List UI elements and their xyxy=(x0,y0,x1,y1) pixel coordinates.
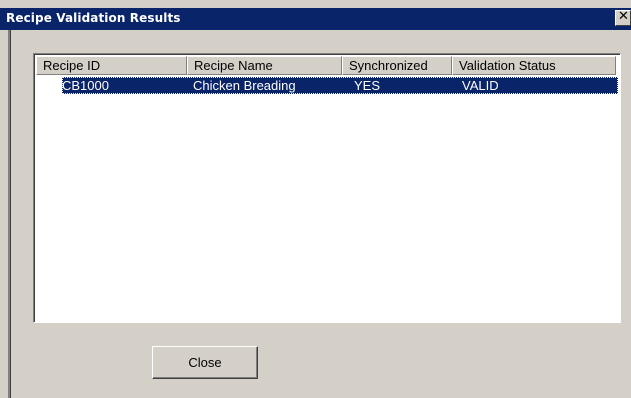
close-icon: ✕ xyxy=(618,9,629,24)
column-header-synchronized[interactable]: Synchronized xyxy=(342,56,452,75)
column-header-validation-status[interactable]: Validation Status xyxy=(452,56,616,75)
cell-recipe-id: CB1000 xyxy=(62,78,109,93)
column-header-recipe-name[interactable]: Recipe Name xyxy=(187,56,342,75)
close-button[interactable]: Close xyxy=(152,346,258,379)
table-row[interactable]: CB1000 Chicken Breading YES VALID xyxy=(62,77,618,94)
recipe-results-list[interactable]: Recipe ID Recipe Name Synchronized Valid… xyxy=(33,53,621,323)
cell-synchronized: YES xyxy=(354,78,381,93)
cell-validation-status: VALID xyxy=(462,78,499,93)
recipe-validation-dialog: Recipe Validation Results ✕ Recipe ID Re… xyxy=(0,0,631,398)
focus-rectangle xyxy=(62,77,618,94)
list-header: Recipe ID Recipe Name Synchronized Valid… xyxy=(36,56,618,75)
column-header-recipe-id[interactable]: Recipe ID xyxy=(36,56,187,75)
close-window-button[interactable]: ✕ xyxy=(615,9,631,26)
dialog-left-edge xyxy=(8,30,11,398)
close-button-label: Close xyxy=(188,355,222,370)
window-title: Recipe Validation Results xyxy=(6,11,181,25)
title-bar[interactable]: Recipe Validation Results xyxy=(0,8,631,30)
cell-recipe-name: Chicken Breading xyxy=(193,78,296,93)
